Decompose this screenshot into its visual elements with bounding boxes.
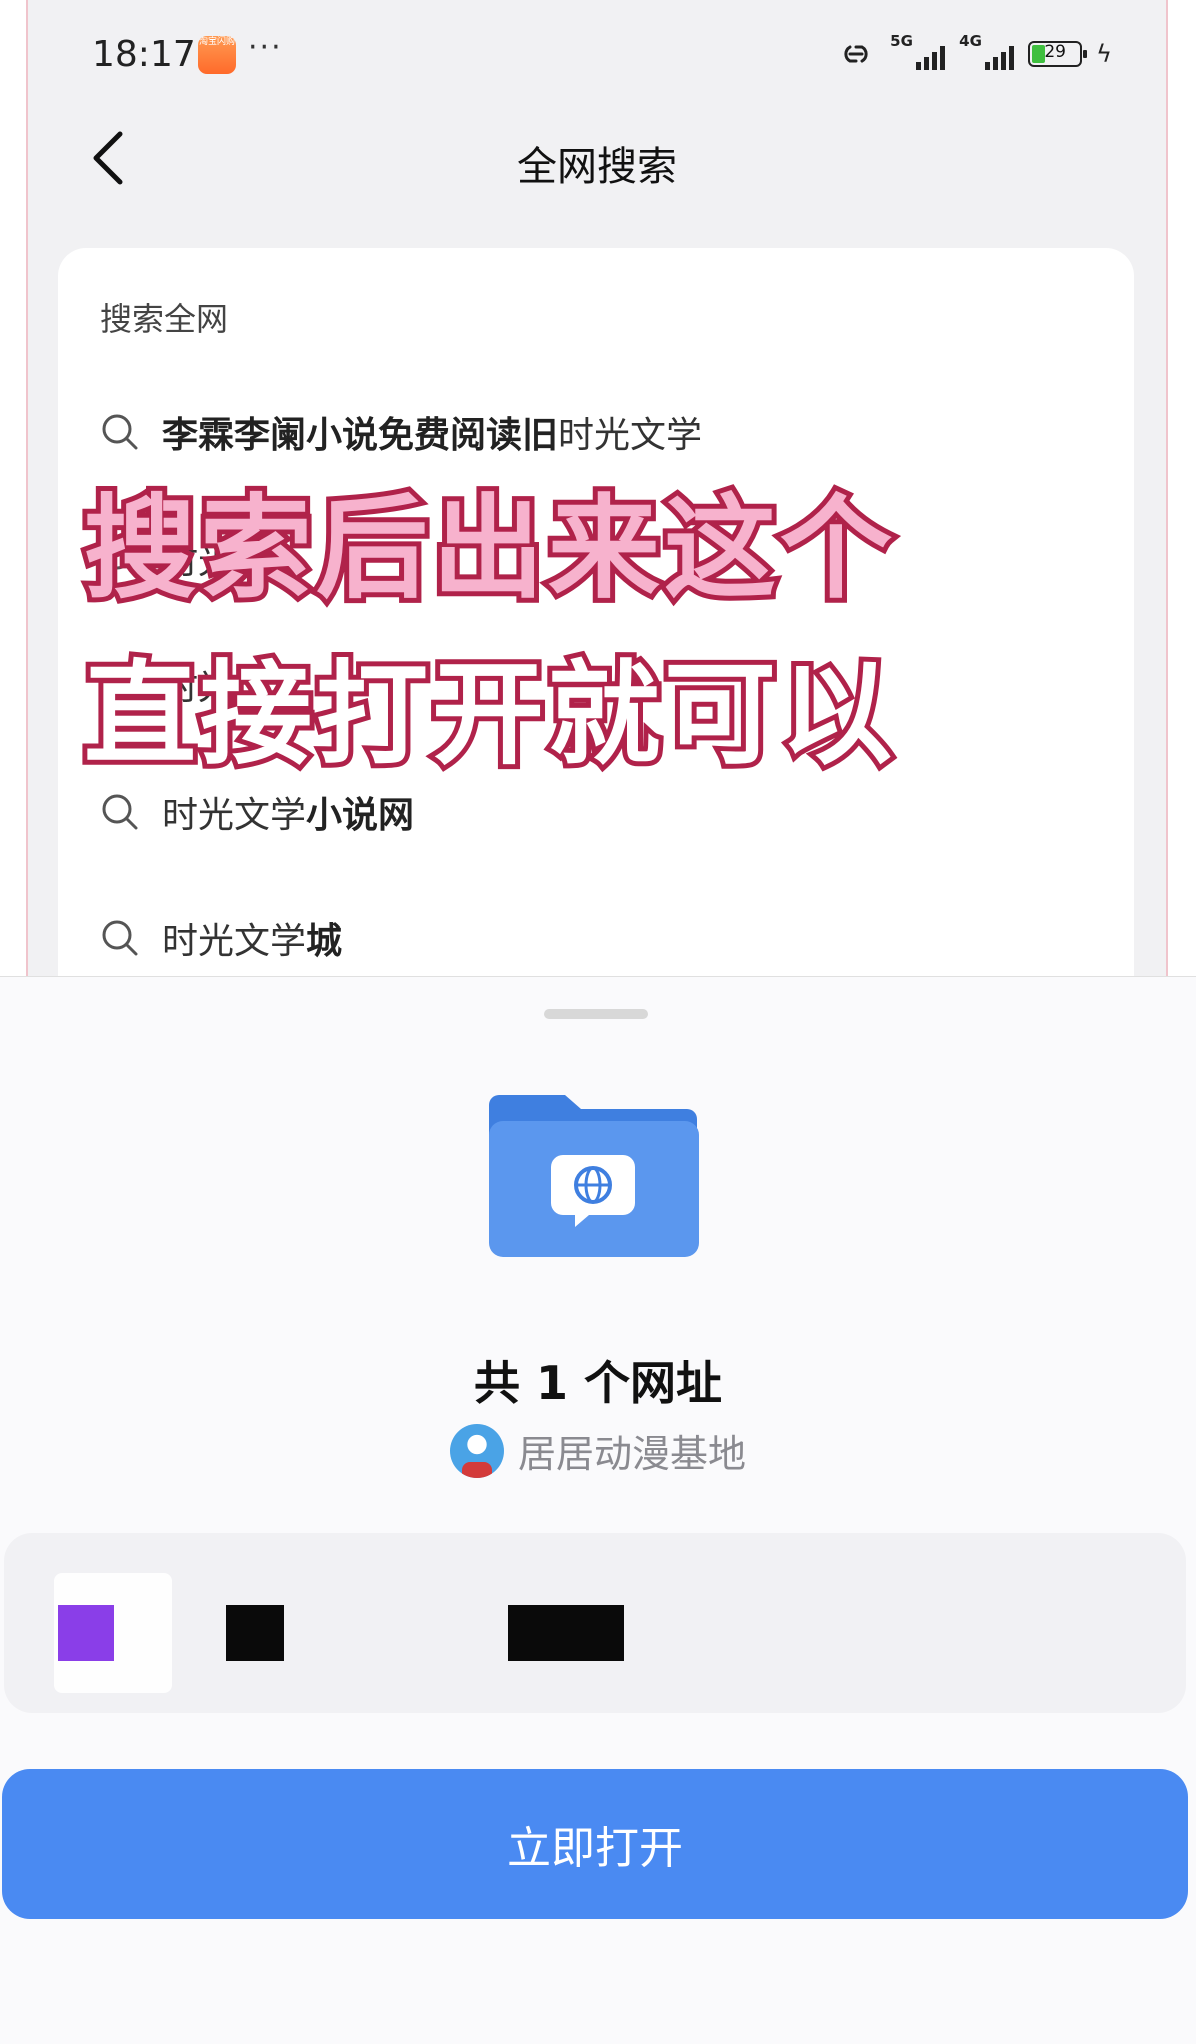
signal-4g-icon: 4G (959, 32, 1015, 70)
suggestion-item[interactable]: 时光文学 小说网 (100, 782, 414, 842)
suggestion-bold: 李霖李阑小说免费阅读旧 (162, 415, 559, 456)
taobao-app-icon: 淘宝闪购 (198, 36, 236, 74)
status-icons: 5G 4G 29 ϟ (836, 32, 1112, 74)
status-time: 18:17 (92, 34, 196, 75)
url-count-title: 共 1 个网址 (473, 1356, 723, 1410)
suggestion-item[interactable]: 李霖李阑小说免费阅读旧 时光文学 (100, 402, 702, 462)
sheet-drag-handle[interactable] (544, 1009, 648, 1019)
signal-5g-label: 5G (890, 32, 913, 50)
nav-bar: 全网搜索 (28, 110, 1166, 210)
url-item[interactable] (4, 1533, 1186, 1713)
site-favicon-icon (58, 1605, 114, 1661)
link-icon (844, 45, 868, 63)
page-title: 全网搜索 (517, 144, 677, 190)
suggestion-text: 时光文学 (558, 415, 703, 456)
battery-icon: 29 (1028, 41, 1088, 67)
search-icon (102, 414, 138, 450)
redacted-block (508, 1605, 624, 1661)
suggestion-text: 时光文学 (162, 921, 307, 962)
signal-5g-icon: 5G (890, 32, 946, 70)
card-heading: 搜索全网 (100, 300, 229, 338)
more-notifications-icon: ··· (248, 30, 283, 65)
source-avatar (449, 1423, 504, 1478)
open-now-button[interactable]: 立即打开 (2, 1769, 1188, 1919)
status-bar: 18:17 淘宝闪购 ··· 5G 4G 29 ϟ (28, 0, 1166, 110)
suggestion-bold: 小说网 (306, 795, 415, 836)
battery-level: 29 (1044, 42, 1066, 62)
signal-4g-label: 4G (959, 32, 982, 50)
redacted-block (226, 1605, 284, 1661)
suggestion-bold: 城 (306, 921, 343, 962)
suggestion-text: 时光文学 (162, 795, 307, 836)
suggestion-item[interactable]: 时光文学城 (100, 908, 342, 968)
web-folder-icon (489, 1095, 699, 1257)
overlay-caption-line-2: 直接打开就可以 (79, 645, 897, 785)
overlay-caption-line-1: 搜索后出来这个 (79, 479, 897, 619)
charging-icon: ϟ (1096, 40, 1112, 68)
search-icon (102, 794, 138, 830)
source-name: 居居动漫基地 (517, 1432, 746, 1476)
search-page: 18:17 淘宝闪购 ··· 5G 4G 29 ϟ 全网搜索 搜索全网 李霖李阑… (26, 0, 1168, 978)
source-info: 居居动漫基地 (0, 1423, 1196, 1478)
search-icon (102, 920, 138, 956)
bottom-sheet: 共 1 个网址 居居动漫基地 立即打开 (0, 976, 1196, 2044)
